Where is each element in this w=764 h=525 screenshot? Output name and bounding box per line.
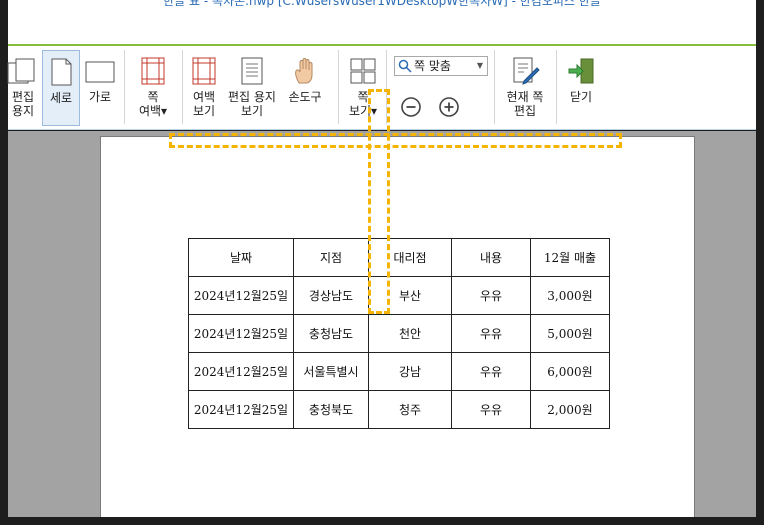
landscape-button[interactable]: 가로 <box>82 50 118 126</box>
table-cell[interactable]: 청주 <box>368 390 452 429</box>
table-cell[interactable]: 우유 <box>451 314 531 353</box>
table-cell[interactable]: 2024년12월25일 <box>188 314 294 353</box>
table-cell[interactable]: 6,000원 <box>530 352 610 391</box>
portrait-label: 세로 <box>49 91 73 105</box>
table-cell[interactable]: 2,000원 <box>530 390 610 429</box>
portrait-page-icon <box>51 58 72 86</box>
table-cell[interactable]: 3,000원 <box>530 276 610 315</box>
table-cell[interactable]: 충청북도 <box>293 390 369 429</box>
sales-table[interactable]: 날짜 지점 대리점 내용 12월 매출 2024년12월25일 경상남도 부산 … <box>188 238 610 429</box>
close-label: 닫기 <box>569 90 593 104</box>
portrait-button[interactable]: 세로 <box>42 50 80 126</box>
table-cell[interactable]: 2024년12월25일 <box>188 276 294 315</box>
page-margin-button[interactable]: 쪽 여백▾ <box>132 50 174 126</box>
table-cell[interactable]: 강남 <box>368 352 452 391</box>
separator <box>338 50 339 124</box>
table-row: 2024년12월25일 충청남도 천안 우유 5,000원 <box>188 314 610 353</box>
landscape-page-icon <box>85 61 115 83</box>
header-cell[interactable]: 12월 매출 <box>530 238 610 277</box>
header-cell[interactable]: 대리점 <box>368 238 452 277</box>
title-bar: 한글 표 - 목차본.hwp [C:₩users₩user1₩Desktop₩한… <box>8 0 756 44</box>
hand-tool-button[interactable]: 손도구 <box>284 50 326 126</box>
table-cell[interactable]: 우유 <box>451 276 531 315</box>
page-margin-label: 쪽 여백▾ <box>138 90 168 118</box>
window-title: 한글 표 - 목차본.hwp [C:₩users₩user1₩Desktop₩한… <box>163 0 601 8</box>
table-row: 2024년12월25일 서울특별시 강남 우유 6,000원 <box>188 352 610 391</box>
table-cell[interactable]: 우유 <box>451 390 531 429</box>
app-window: 한글 표 - 목차본.hwp [C:₩users₩user1₩Desktop₩한… <box>0 0 764 525</box>
edit-current-page-label: 현재 쪽 편집 <box>506 90 544 118</box>
table-cell[interactable]: 2024년12월25일 <box>188 390 294 429</box>
table-cell[interactable]: 천안 <box>368 314 452 353</box>
print-preview-ribbon: 편집 용지 세로 가로 쪽 여백▾ 여백 보기 편집 용지 보기 손도구 쪽 보… <box>7 46 756 130</box>
separator <box>494 50 495 124</box>
document-lines-icon <box>241 57 263 85</box>
edit-page-pencil-icon <box>513 57 540 85</box>
zoom-out-icon[interactable] <box>400 96 422 118</box>
exit-door-icon <box>568 58 594 84</box>
table-cell[interactable]: 5,000원 <box>530 314 610 353</box>
zoom-in-icon[interactable] <box>438 96 460 118</box>
document-page[interactable]: 날짜 지점 대리점 내용 12월 매출 2024년12월25일 경상남도 부산 … <box>100 136 695 517</box>
document-workspace[interactable]: 날짜 지점 대리점 내용 12월 매출 2024년12월25일 경상남도 부산 … <box>8 131 756 517</box>
chevron-down-icon: ▼ <box>476 61 483 70</box>
edit-paper-label: 편집 용지 <box>11 90 35 118</box>
table-header-row: 날짜 지점 대리점 내용 12월 매출 <box>188 238 610 277</box>
landscape-label: 가로 <box>88 90 112 104</box>
edit-paper-icon <box>7 58 35 84</box>
table-cell[interactable]: 서울특별시 <box>293 352 369 391</box>
table-cell[interactable]: 충청남도 <box>293 314 369 353</box>
table-cell[interactable]: 경상남도 <box>293 276 369 315</box>
view-margin-button[interactable]: 여백 보기 <box>186 50 222 126</box>
multi-page-icon <box>350 58 376 84</box>
table-row: 2024년12월25일 경상남도 부산 우유 3,000원 <box>188 276 610 315</box>
header-cell[interactable]: 내용 <box>451 238 531 277</box>
edit-current-page-button[interactable]: 현재 쪽 편집 <box>500 50 550 126</box>
page-view-button[interactable]: 쪽 보기▾ <box>342 50 384 126</box>
hand-tool-label: 손도구 <box>288 90 322 104</box>
view-edit-paper-button[interactable]: 편집 용지 보기 <box>224 50 280 126</box>
separator <box>124 50 125 124</box>
page-view-label: 쪽 보기▾ <box>348 90 378 118</box>
view-margin-icon <box>192 57 216 85</box>
search-icon <box>398 59 412 73</box>
header-cell[interactable]: 지점 <box>293 238 369 277</box>
hand-icon <box>295 58 313 84</box>
view-edit-paper-label: 편집 용지 보기 <box>228 90 276 118</box>
table-cell[interactable]: 우유 <box>451 352 531 391</box>
table-cell[interactable]: 부산 <box>368 276 452 315</box>
separator <box>556 50 557 124</box>
close-button[interactable]: 닫기 <box>560 50 602 126</box>
view-margin-label: 여백 보기 <box>192 90 216 118</box>
zoom-select[interactable]: 쪽 맞춤 ▼ <box>394 56 488 76</box>
zoom-value: 쪽 맞춤 <box>414 59 451 73</box>
header-cell[interactable]: 날짜 <box>188 238 294 277</box>
edit-paper-button[interactable]: 편집 용지 <box>7 50 38 126</box>
table-row: 2024년12월25일 충청북도 청주 우유 2,000원 <box>188 390 610 429</box>
separator <box>386 50 387 124</box>
table-cell[interactable]: 2024년12월25일 <box>188 352 294 391</box>
page-margin-icon <box>141 57 165 85</box>
separator <box>182 50 183 124</box>
